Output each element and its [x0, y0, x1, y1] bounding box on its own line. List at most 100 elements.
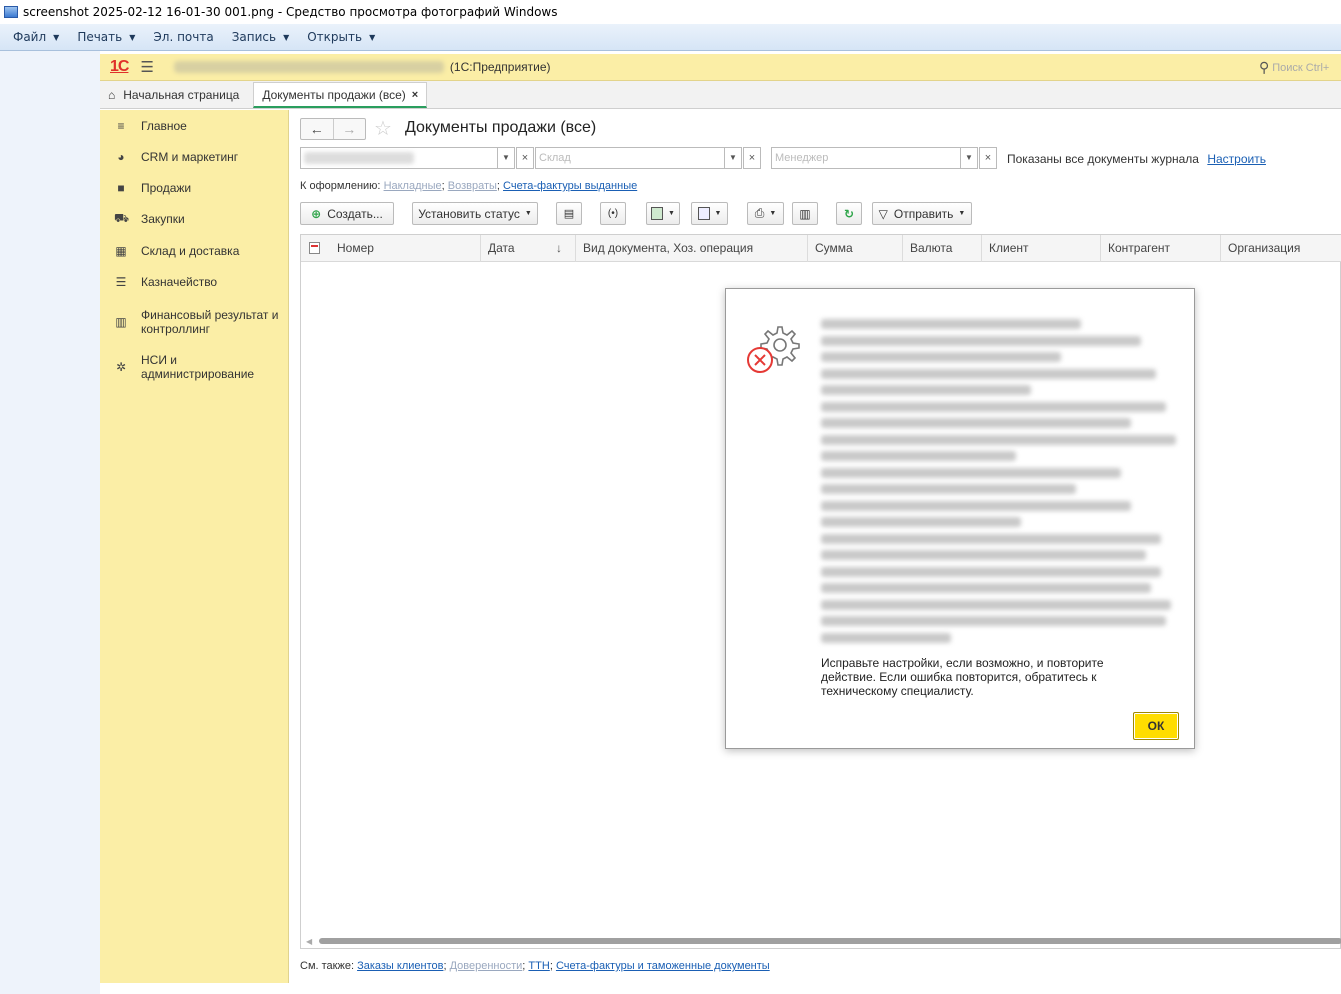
menu-email[interactable]: Эл. почта	[144, 30, 222, 44]
link-client-orders[interactable]: Заказы клиентов	[357, 960, 443, 972]
chevron-down-icon: ▼	[714, 210, 722, 217]
sidebar-item-purchases[interactable]: ⛟ Закупки	[100, 211, 289, 227]
sidebar-item-label: Закупки	[141, 212, 185, 226]
to-process-line: К оформлению: Накладные; Возвраты; Счета…	[300, 180, 637, 192]
forward-arrow-icon[interactable]: →	[332, 119, 366, 139]
send-button[interactable]: ▽ Отправить ▼	[872, 202, 972, 225]
menu-burn-label: Запись	[231, 30, 277, 44]
tab-sales-documents[interactable]: Документы продажи (все) ×	[253, 82, 428, 108]
manager-filter[interactable]: Менеджер ▼ ×	[771, 147, 997, 169]
tab-home[interactable]: ⌂ Начальная страница	[100, 82, 247, 108]
warehouse-filter[interactable]: Склад ▼ ×	[535, 147, 761, 169]
scroll-left-icon[interactable]: ◀	[306, 937, 312, 946]
link-returns[interactable]: Возвраты	[448, 180, 497, 192]
set-status-button[interactable]: Установить статус ▼	[412, 202, 538, 225]
global-search[interactable]: ⚲ Поиск Ctrl+	[1259, 58, 1341, 77]
home-icon: ⌂	[108, 88, 116, 102]
link-issued-invoices[interactable]: Счета-фактуры выданные	[503, 180, 637, 192]
sidebar-item-label: Главное	[141, 119, 187, 133]
create-button[interactable]: ⊕ Создать...	[300, 202, 394, 225]
chevron-down-icon: ▼	[524, 210, 532, 217]
menu-open[interactable]: Открыть ▼	[298, 30, 384, 44]
toolbar: ⊕ Создать... Установить статус ▼ ▤ (•) ▼…	[300, 202, 1000, 225]
window-title-bar: screenshot 2025-02-12 16-01-30 001.png -…	[0, 0, 1341, 24]
menu-open-label: Открыть	[307, 30, 363, 44]
barcode-icon: ▤	[563, 208, 575, 220]
onec-top-bar: 1С ☰ (1С:Предприятие) ⚲ Поиск Ctrl+	[100, 54, 1341, 81]
column-client[interactable]: Клиент	[982, 235, 1101, 262]
sidebar-item-admin[interactable]: ✲ НСИ и администрирование	[100, 352, 289, 382]
clear-icon[interactable]: ×	[743, 147, 761, 169]
document-icon	[309, 242, 320, 254]
refresh-button[interactable]: ↻	[836, 202, 862, 225]
configure-link[interactable]: Настроить	[1207, 152, 1266, 166]
see-also-line: См. также: Заказы клиентов; Доверенности…	[300, 960, 770, 972]
hamburger-icon[interactable]: ☰	[140, 58, 153, 76]
chevron-down-icon: ▼	[53, 32, 60, 42]
column-number[interactable]: Номер	[301, 235, 481, 262]
create-based-on-button[interactable]: ▼	[646, 202, 680, 225]
pie-chart-icon: ◕	[117, 150, 125, 164]
gear-icon: ✲	[115, 360, 127, 374]
sidebar-item-label: НСИ и администрирование	[141, 353, 255, 381]
window-title: screenshot 2025-02-12 16-01-30 001.png -…	[23, 5, 558, 19]
error-message: Исправьте настройки, если возможно, и по…	[821, 656, 1104, 698]
column-sum[interactable]: Сумма	[808, 235, 903, 262]
chevron-down-icon[interactable]: ▼	[960, 147, 978, 169]
close-icon[interactable]: ×	[412, 89, 418, 101]
cart-icon: ⛟	[114, 211, 130, 225]
sidebar-item-crm[interactable]: ◕ CRM и маркетинг	[100, 149, 289, 165]
separator: ;	[496, 180, 500, 192]
send-label: Отправить	[893, 206, 954, 221]
chevron-down-icon: ▼	[769, 210, 777, 217]
column-doc-type[interactable]: Вид документа, Хоз. операция	[576, 235, 808, 262]
sidebar-item-warehouse[interactable]: ▦ Склад и доставка	[100, 243, 289, 259]
sidebar-item-sales[interactable]: ■ Продажи	[100, 180, 289, 196]
column-currency[interactable]: Валюта	[903, 235, 982, 262]
sidebar-item-main[interactable]: ≡ Главное	[100, 118, 289, 134]
sidebar-item-label: Финансовый результат и контроллинг	[141, 308, 279, 336]
link-invoices-customs[interactable]: Счета-фактуры и таможенные документы	[556, 960, 770, 972]
organization-filter[interactable]: ▼ ×	[300, 147, 534, 169]
clear-icon[interactable]: ×	[516, 147, 534, 169]
barcode-button[interactable]: ▤	[556, 202, 582, 225]
chevron-down-icon: ▼	[283, 32, 290, 42]
related-documents-button[interactable]: ▼	[691, 202, 728, 225]
sidebar-item-label: CRM и маркетинг	[141, 150, 239, 164]
menu-print[interactable]: Печать ▼	[68, 30, 144, 44]
menu-burn[interactable]: Запись ▼	[223, 30, 299, 44]
sidebar-item-label: Казначейство	[141, 275, 218, 289]
broadcast-button[interactable]: (•)	[600, 202, 626, 225]
column-label: Организация	[1228, 241, 1301, 255]
onec-logo[interactable]: 1С	[110, 58, 129, 76]
clear-icon[interactable]: ×	[979, 147, 997, 169]
chevron-down-icon[interactable]: ▼	[497, 147, 515, 169]
link-invoices[interactable]: Накладные	[384, 180, 442, 192]
sidebar-item-treasury[interactable]: ☰ Казначейство	[100, 274, 289, 290]
viewer-background	[0, 51, 100, 994]
photo-viewer-icon	[4, 6, 18, 18]
back-arrow-icon[interactable]: ←	[301, 119, 333, 139]
link-powers-of-attorney[interactable]: Доверенности	[450, 960, 523, 972]
chevron-down-icon[interactable]: ▼	[724, 147, 742, 169]
ok-button[interactable]: ОК	[1133, 712, 1179, 740]
link-ttn[interactable]: ТТН	[528, 960, 549, 972]
menu-icon: ≡	[117, 119, 125, 133]
sidebar-item-finance[interactable]: ▥ Финансовый результат и контроллинг	[100, 307, 289, 337]
horizontal-scrollbar[interactable]	[319, 938, 1341, 944]
report-button[interactable]: ▥	[792, 202, 818, 225]
broadcast-icon: (•)	[607, 208, 619, 219]
nav-buttons: ← →	[300, 118, 366, 140]
error-dialog: Исправьте настройки, если возможно, и по…	[725, 288, 1195, 749]
print-button[interactable]: ⎙ ▼	[747, 202, 784, 225]
chevron-down-icon: ▼	[958, 210, 966, 217]
sidebar: ≡ Главное ◕ CRM и маркетинг ■ Продажи ⛟ …	[100, 110, 289, 983]
column-counterparty[interactable]: Контрагент	[1101, 235, 1221, 262]
manager-placeholder: Менеджер	[775, 152, 829, 164]
column-organization[interactable]: Организация	[1221, 235, 1341, 262]
column-label: Сумма	[815, 241, 853, 255]
sort-down-icon: ↓	[556, 241, 562, 255]
favorite-star-icon[interactable]: ☆	[374, 116, 392, 141]
bag-icon: ■	[117, 181, 125, 195]
menu-file[interactable]: Файл ▼	[4, 30, 68, 44]
